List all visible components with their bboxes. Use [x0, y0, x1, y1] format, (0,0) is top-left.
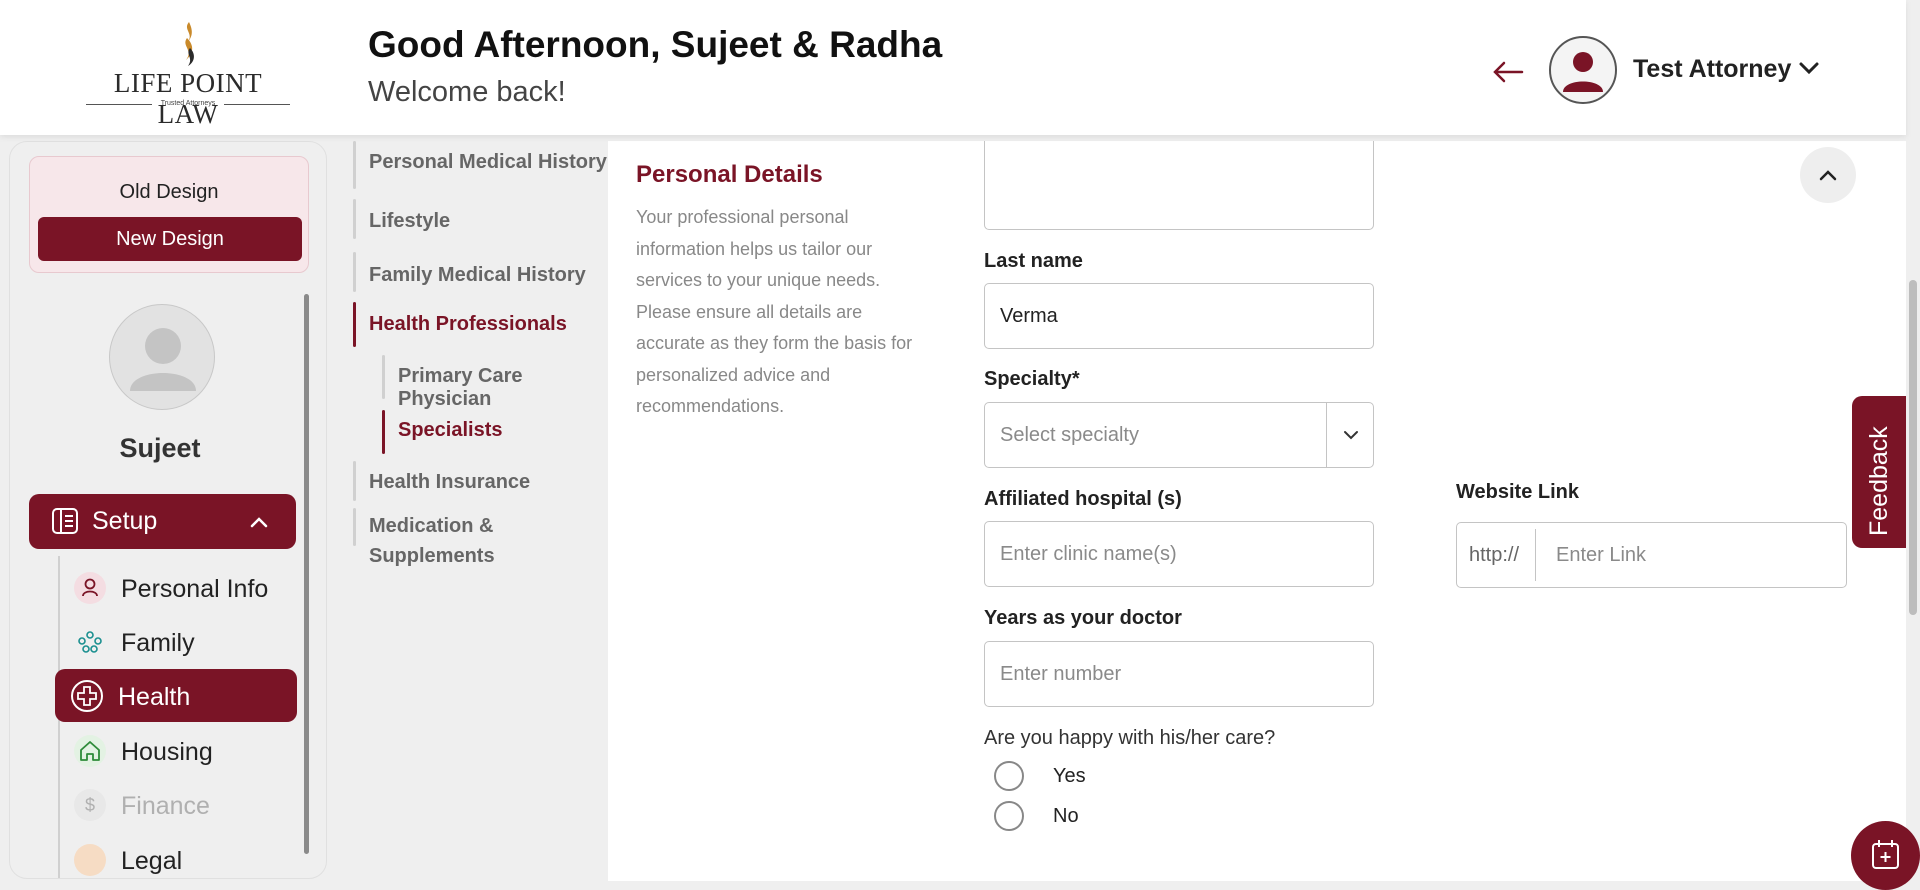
subnav-bar-active [353, 302, 356, 347]
chevron-up-icon [250, 517, 268, 528]
subnav-bar [382, 355, 385, 399]
select-divider [1326, 403, 1327, 467]
sidebar-item-label: Personal Info [121, 575, 269, 603]
sidebar-scrollbar[interactable] [304, 294, 309, 854]
sidebar-item-label: Health [118, 683, 191, 711]
main-form-panel: Personal Details Your professional perso… [608, 141, 1906, 881]
calendar-add-icon [1872, 840, 1899, 869]
care-question: Are you happy with his/her care? [984, 727, 1276, 749]
sidebar-item-label: Family [121, 629, 195, 657]
subnav-item-health-professionals[interactable]: Health Professionals [369, 313, 567, 336]
website-input[interactable]: http:// Enter Link [1456, 522, 1847, 588]
sidebar-item-label: Housing [121, 738, 213, 766]
website-label: Website Link [1456, 481, 1579, 503]
sidebar-item-legal[interactable]: Legal [58, 833, 298, 878]
new-design-button[interactable]: New Design [38, 217, 302, 261]
feedback-tab[interactable]: Feedback [1852, 396, 1906, 548]
family-icon [74, 626, 106, 658]
health-subnav: Personal Medical History Lifestyle Famil… [350, 141, 608, 881]
document-list-icon [52, 508, 78, 534]
first-name-field-partial[interactable] [984, 141, 1374, 230]
back-arrow-icon[interactable] [1492, 52, 1526, 92]
section-title: Personal Details [636, 161, 823, 188]
profile-name: Sujeet [119, 433, 201, 463]
home-icon [74, 735, 106, 767]
welcome-subtitle: Welcome back! [368, 76, 566, 108]
radio-no-label: No [1053, 805, 1079, 827]
specialty-select[interactable]: Select specialty [984, 402, 1374, 468]
subnav-item-health-insurance[interactable]: Health Insurance [369, 471, 530, 494]
page-scrollbar[interactable] [1909, 280, 1917, 615]
dollar-icon: $ [74, 789, 106, 821]
subnav-item-lifestyle[interactable]: Lifestyle [369, 210, 450, 233]
specialty-label: Specialty* [984, 368, 1080, 390]
last-name-input[interactable]: Verma [984, 283, 1374, 349]
old-design-button[interactable]: Old Design [30, 181, 308, 204]
legal-icon [74, 844, 106, 876]
person-icon [74, 572, 106, 604]
subnav-item-medication-line-1[interactable]: Medication & [369, 515, 493, 538]
feedback-label: Feedback [1865, 426, 1893, 536]
life-point-law-logo[interactable]: LIFE POINT LAW Trusted Attorneys [86, 20, 290, 129]
subnav-item-medication-line-2[interactable]: Supplements [369, 545, 495, 568]
subnav-bar-active [382, 410, 385, 454]
subnav-item-specialists[interactable]: Specialists [398, 419, 503, 442]
left-sidebar: Old Design New Design Sujeet Setup Perso… [9, 141, 327, 879]
years-label: Years as your doctor [984, 607, 1182, 629]
setup-label: Setup [92, 507, 158, 535]
calendar-action-button[interactable] [1851, 821, 1920, 890]
design-switcher: Old Design New Design [29, 156, 309, 273]
collapse-section-button[interactable] [1800, 147, 1856, 203]
svg-text:$: $ [85, 795, 95, 815]
sidebar-item-housing[interactable]: Housing [58, 724, 298, 777]
radio-yes-label: Yes [1053, 765, 1086, 787]
subnav-bar [353, 141, 356, 189]
sidebar-item-family[interactable]: Family [58, 615, 298, 668]
radio-no[interactable] [994, 801, 1024, 831]
subnav-item-personal-medical-history[interactable]: Personal Medical History [369, 151, 607, 174]
hospital-input[interactable]: Enter clinic name(s) [984, 521, 1374, 587]
profile-avatar [109, 304, 215, 410]
chevron-down-icon [1344, 431, 1358, 440]
subnav-item-primary-care-physician[interactable]: Primary Care Physician [398, 365, 608, 411]
sidebar-item-finance[interactable]: $ Finance [58, 778, 298, 831]
logo-rule-right [224, 104, 290, 105]
user-avatar[interactable] [1549, 36, 1617, 104]
user-name[interactable]: Test Attorney [1633, 55, 1791, 84]
chevron-down-icon[interactable] [1796, 55, 1822, 81]
setup-menu-toggle[interactable]: Setup [29, 494, 296, 549]
website-prefix: http:// [1469, 544, 1520, 566]
chevron-up-icon [1819, 170, 1837, 181]
subnav-bar [353, 508, 356, 546]
sidebar-item-label: Legal [121, 847, 183, 875]
sidebar-item-label: Finance [121, 792, 210, 820]
subnav-bar [353, 252, 356, 292]
subnav-item-family-medical-history[interactable]: Family Medical History [369, 264, 586, 287]
logo-text: LIFE POINT LAW [113, 68, 263, 129]
website-placeholder: Enter Link [1556, 544, 1647, 566]
flame-logo-icon [185, 22, 194, 66]
top-header: LIFE POINT LAW Trusted Attorneys Good Af… [0, 0, 1906, 135]
specialty-placeholder: Select specialty [1000, 424, 1139, 446]
website-divider [1535, 529, 1536, 581]
radio-yes[interactable] [994, 761, 1024, 791]
greeting-title: Good Afternoon, Sujeet & Radha [368, 24, 943, 65]
hospital-label: Affiliated hospital (s) [984, 488, 1182, 510]
profile-silhouette-icon [130, 328, 196, 391]
subnav-bar [353, 461, 356, 501]
medical-cross-icon [71, 680, 103, 712]
sidebar-item-personal-info[interactable]: Personal Info [58, 561, 298, 614]
subnav-bar [353, 199, 356, 239]
user-silhouette-icon [1563, 52, 1603, 92]
years-input[interactable]: Enter number [984, 641, 1374, 707]
sidebar-item-health[interactable]: Health [55, 669, 297, 722]
last-name-label: Last name [984, 250, 1083, 272]
section-description: Your professional personal information h… [636, 207, 913, 416]
